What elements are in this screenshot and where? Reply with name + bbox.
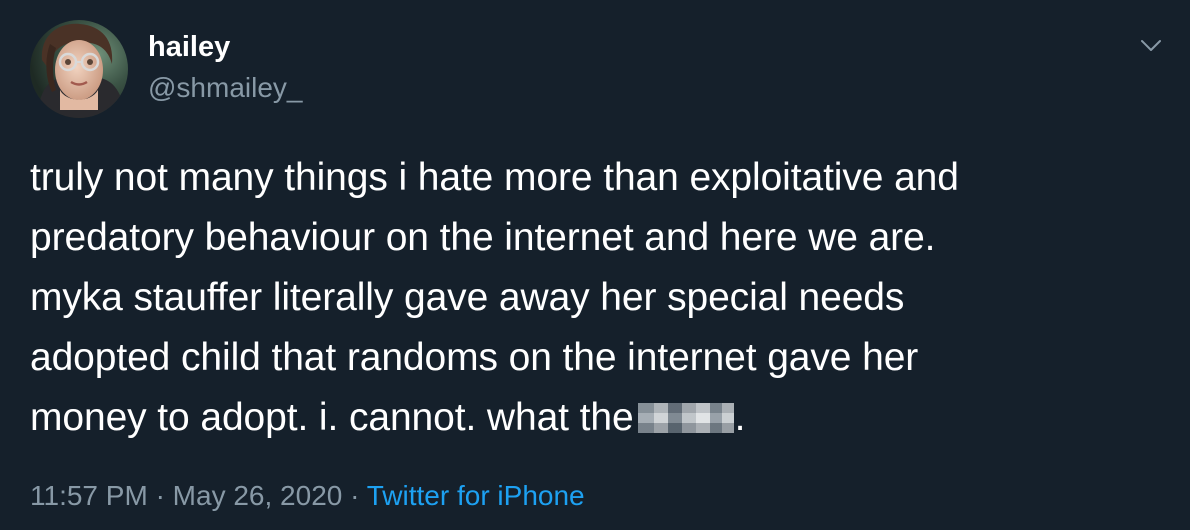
tweet-text-line: predatory behaviour on the internet and … xyxy=(30,216,936,259)
profile-photo-icon xyxy=(30,20,128,118)
tweet-menu-button[interactable] xyxy=(1136,30,1166,60)
chevron-down-icon xyxy=(1141,40,1161,51)
tweet-card: hailey @shmailey_ truly not many things … xyxy=(0,0,1190,530)
tweet-text-line: truly not many things i hate more than e… xyxy=(30,156,959,199)
tweet-text-line: myka stauffer literally gave away her sp… xyxy=(30,276,905,319)
author-display-name[interactable]: hailey xyxy=(148,28,230,66)
meta-separator: · xyxy=(155,480,165,511)
tweet-date[interactable]: May 26, 2020 xyxy=(173,480,343,511)
tweet-text-punctuation: . xyxy=(734,396,746,439)
tweet-time[interactable]: 11:57 PM xyxy=(30,480,148,511)
author-handle[interactable]: @shmailey_ xyxy=(148,69,302,107)
tweet-text-line: money to adopt. i. cannot. what the xyxy=(30,396,634,439)
tweet-text-line: adopted child that randoms on the intern… xyxy=(30,336,919,379)
tweet-source-link[interactable]: Twitter for iPhone xyxy=(367,480,585,511)
tweet-text-last-line: money to adopt. i. cannot. what the. xyxy=(30,388,1170,448)
pixelated-censor-icon xyxy=(637,403,734,433)
tweet-meta: 11:57 PM · May 26, 2020 · Twitter for iP… xyxy=(30,478,585,514)
avatar[interactable] xyxy=(30,20,128,118)
tweet-text: truly not many things i hate more than e… xyxy=(30,148,1170,448)
meta-separator: · xyxy=(350,480,360,511)
